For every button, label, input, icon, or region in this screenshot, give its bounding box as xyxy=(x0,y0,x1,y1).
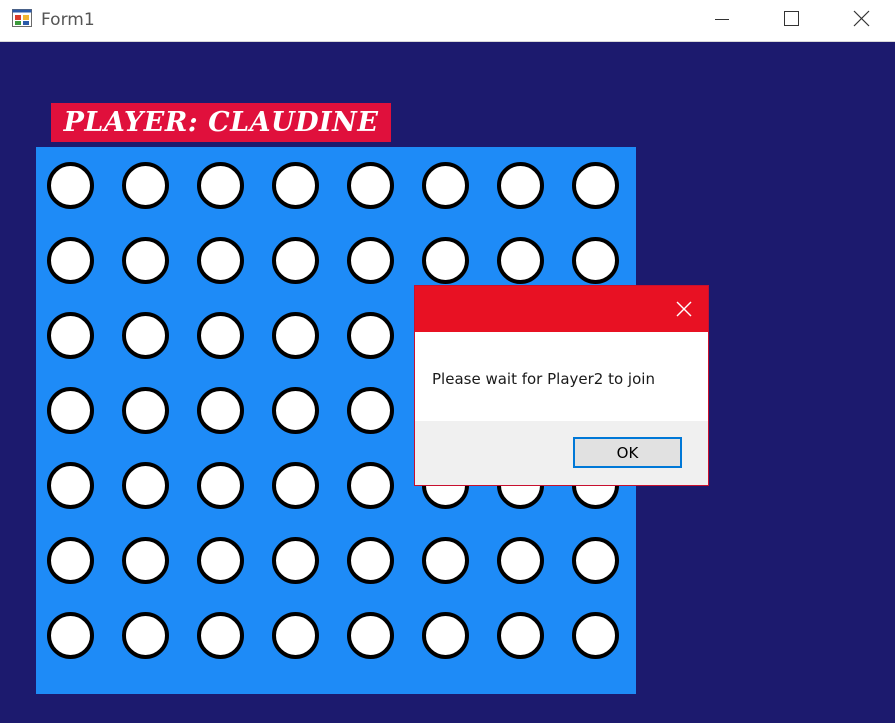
ok-button[interactable]: OK xyxy=(573,437,682,468)
board-slot[interactable] xyxy=(122,387,169,434)
board-slot[interactable] xyxy=(347,237,394,284)
board-slot[interactable] xyxy=(347,537,394,584)
dialog-close-button[interactable] xyxy=(670,295,698,323)
board-slot[interactable] xyxy=(47,462,94,509)
window-title: Form1 xyxy=(41,10,95,30)
board-slot[interactable] xyxy=(197,162,244,209)
dialog-message: Please wait for Player2 to join xyxy=(432,370,655,388)
board-slot[interactable] xyxy=(122,462,169,509)
board-slot[interactable] xyxy=(347,312,394,359)
player-name-label: PLAYER: CLAUDINE xyxy=(51,103,391,142)
maximize-button[interactable] xyxy=(768,0,814,41)
message-dialog: Please wait for Player2 to join OK xyxy=(415,286,708,485)
close-icon xyxy=(853,10,870,27)
board-slot[interactable] xyxy=(422,537,469,584)
board-slot[interactable] xyxy=(497,237,544,284)
board-slot[interactable] xyxy=(272,462,319,509)
minimize-button[interactable] xyxy=(700,0,746,41)
close-button[interactable] xyxy=(838,0,884,41)
board-slot[interactable] xyxy=(347,162,394,209)
board-slot[interactable] xyxy=(197,237,244,284)
board-slot[interactable] xyxy=(272,162,319,209)
board-slot[interactable] xyxy=(197,537,244,584)
board-slot[interactable] xyxy=(47,537,94,584)
board-slot[interactable] xyxy=(47,312,94,359)
board-slot[interactable] xyxy=(497,537,544,584)
board-slot[interactable] xyxy=(197,387,244,434)
board-slot[interactable] xyxy=(422,162,469,209)
board-slot[interactable] xyxy=(347,462,394,509)
board-slot[interactable] xyxy=(272,312,319,359)
window-title-bar: Form1 xyxy=(0,0,895,42)
board-slot[interactable] xyxy=(347,612,394,659)
board-slot[interactable] xyxy=(47,237,94,284)
board-slot[interactable] xyxy=(572,162,619,209)
board-slot[interactable] xyxy=(272,537,319,584)
board-slot[interactable] xyxy=(572,537,619,584)
dialog-title-bar xyxy=(415,286,708,332)
dialog-footer: OK xyxy=(415,421,708,485)
board-slot[interactable] xyxy=(122,612,169,659)
board-slot[interactable] xyxy=(497,162,544,209)
board-slot[interactable] xyxy=(122,162,169,209)
board-slot[interactable] xyxy=(347,387,394,434)
board-slot[interactable] xyxy=(122,537,169,584)
board-slot[interactable] xyxy=(272,612,319,659)
board-slot[interactable] xyxy=(47,162,94,209)
board-slot[interactable] xyxy=(197,312,244,359)
board-slot[interactable] xyxy=(122,237,169,284)
board-slot[interactable] xyxy=(572,612,619,659)
board-slot[interactable] xyxy=(422,612,469,659)
board-slot[interactable] xyxy=(572,237,619,284)
board-slot[interactable] xyxy=(497,612,544,659)
close-icon xyxy=(676,301,692,317)
board-slot[interactable] xyxy=(272,237,319,284)
board-slot[interactable] xyxy=(122,312,169,359)
board-slot[interactable] xyxy=(197,462,244,509)
maximize-icon xyxy=(784,11,799,26)
minimize-icon xyxy=(715,19,729,20)
board-slot[interactable] xyxy=(197,612,244,659)
board-slot[interactable] xyxy=(47,612,94,659)
app-icon[interactable] xyxy=(12,9,32,27)
board-slot[interactable] xyxy=(47,387,94,434)
board-slot[interactable] xyxy=(422,237,469,284)
board-slot[interactable] xyxy=(272,387,319,434)
